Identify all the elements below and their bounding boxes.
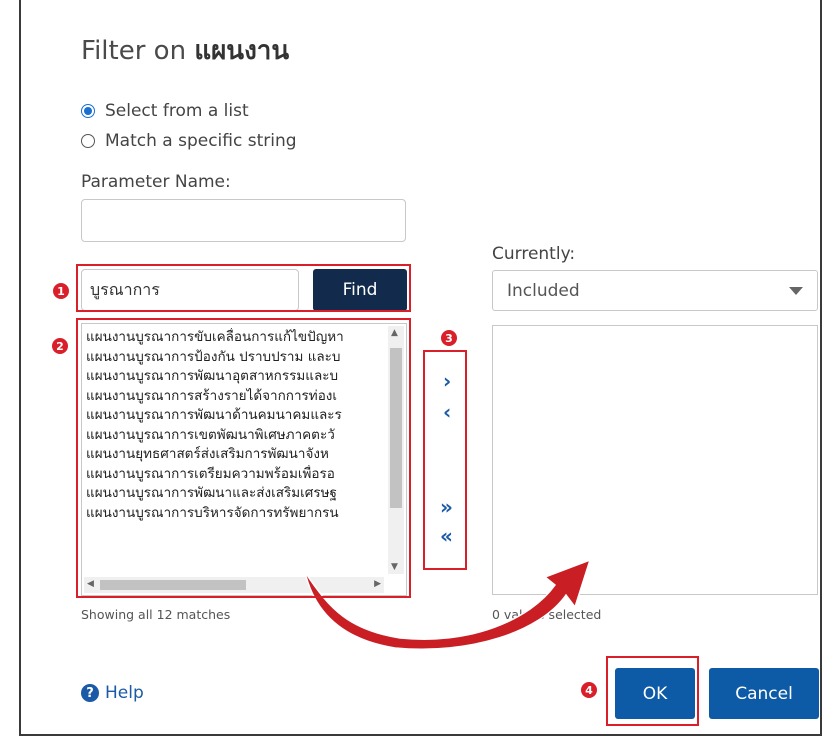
help-icon: ? bbox=[81, 684, 99, 702]
annotation-box-ok bbox=[606, 656, 699, 726]
annotation-box-find bbox=[76, 264, 411, 312]
help-label: Help bbox=[105, 683, 144, 703]
help-link[interactable]: ? Help bbox=[81, 683, 144, 703]
annotation-badge-1: 1 bbox=[53, 283, 69, 299]
annotation-badge-3: 3 bbox=[441, 330, 457, 346]
annotation-badge-2: 2 bbox=[52, 338, 68, 354]
cancel-button[interactable]: Cancel bbox=[709, 668, 819, 719]
annotation-box-list bbox=[76, 318, 411, 598]
annotation-box-move bbox=[423, 350, 467, 570]
annotation-badge-4: 4 bbox=[581, 682, 597, 698]
